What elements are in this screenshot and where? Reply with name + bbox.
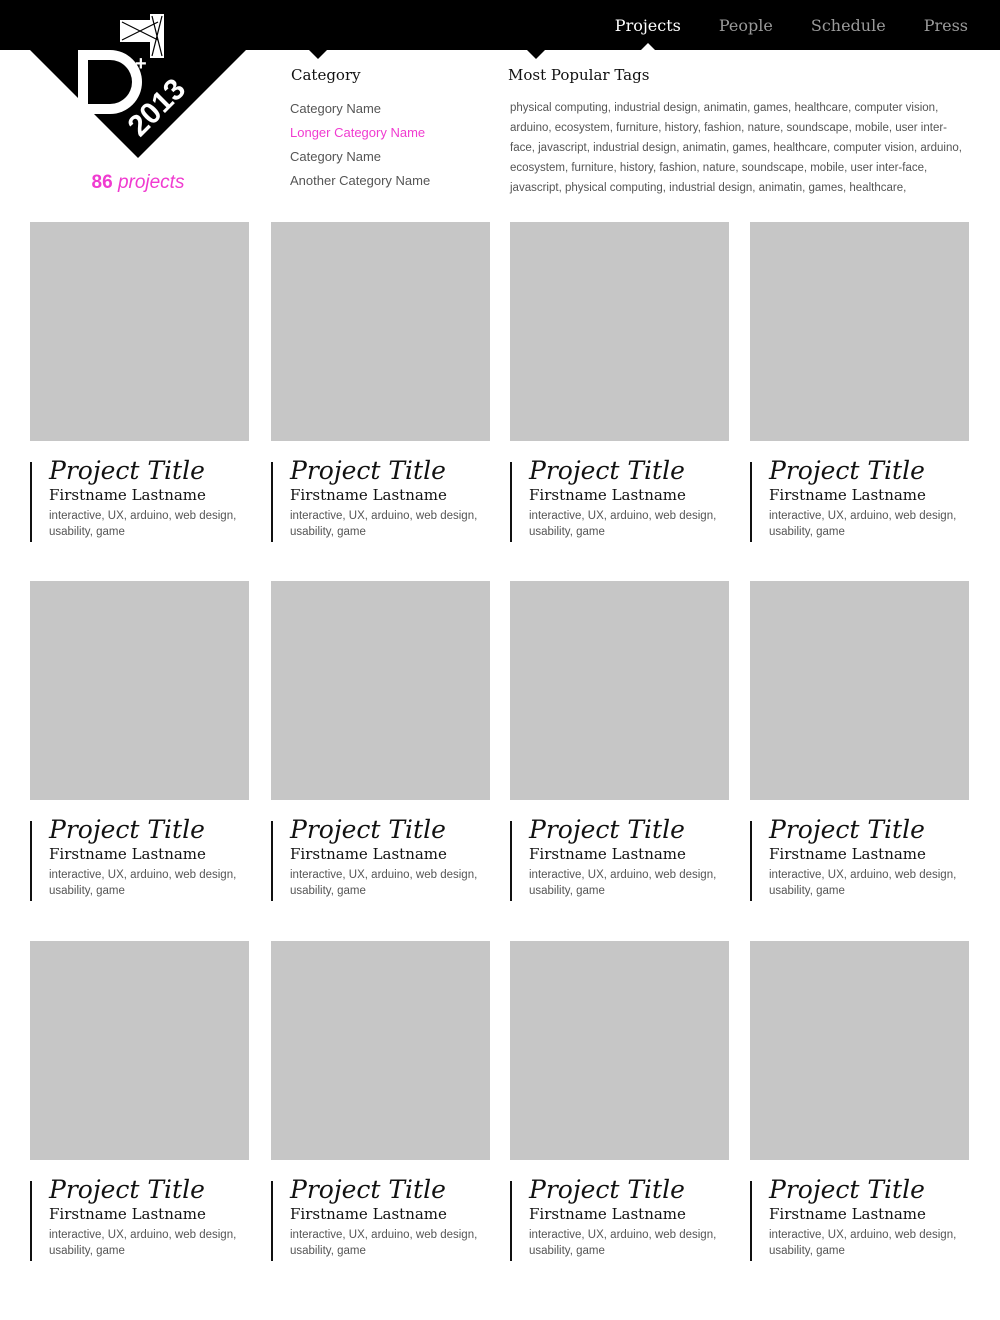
project-tags: interactive, UX, arduino, web design, us… — [49, 510, 237, 538]
project-tags: interactive, UX, arduino, web design, us… — [290, 510, 478, 538]
project-thumbnail[interactable] — [30, 941, 249, 1160]
project-thumbnail[interactable] — [510, 222, 729, 441]
category-item[interactable]: Category Name — [290, 148, 430, 172]
project-title[interactable]: Project Title — [529, 458, 729, 484]
category-heading: Category — [291, 66, 361, 84]
project-title[interactable]: Project Title — [529, 817, 729, 843]
project-title[interactable]: Project Title — [290, 1177, 490, 1203]
project-author[interactable]: Firstname Lastname — [49, 485, 249, 505]
project-author[interactable]: Firstname Lastname — [290, 485, 490, 505]
project-meta: Project Title Firstname Lastname interacti… — [510, 458, 729, 542]
project-tags: interactive, UX, arduino, web design, us… — [769, 510, 957, 538]
project-card[interactable]: Project Title Firstname Lastname interacti… — [30, 941, 249, 1261]
project-thumbnail[interactable] — [750, 941, 969, 1160]
popular-tags-heading: Most Popular Tags — [508, 66, 650, 84]
project-author[interactable]: Firstname Lastname — [49, 1204, 249, 1224]
project-meta: Project Title Firstname Lastname interacti… — [30, 817, 249, 901]
project-tags: interactive, UX, arduino, web design, us… — [769, 1229, 957, 1257]
project-thumbnail[interactable] — [271, 581, 490, 800]
site-logo[interactable]: + MFA 2013 — [30, 0, 246, 160]
project-author[interactable]: Firstname Lastname — [290, 844, 490, 864]
popular-tags-list[interactable]: physical computing, industrial design, a… — [510, 98, 962, 198]
project-tags: interactive, UX, arduino, web design, us… — [529, 510, 717, 538]
project-author[interactable]: Firstname Lastname — [529, 485, 729, 505]
nav-people[interactable]: People — [700, 0, 792, 50]
project-title[interactable]: Project Title — [49, 458, 249, 484]
project-meta: Project Title Firstname Lastname interacti… — [30, 1177, 249, 1261]
project-card[interactable]: Project Title Firstname Lastname interacti… — [750, 581, 969, 901]
project-meta: Project Title Firstname Lastname interacti… — [271, 458, 490, 542]
project-meta: Project Title Firstname Lastname interacti… — [271, 817, 490, 901]
project-author[interactable]: Firstname Lastname — [769, 485, 969, 505]
project-tags: interactive, UX, arduino, web design, us… — [290, 869, 478, 897]
project-count-number: 86 — [91, 172, 113, 193]
project-tags: interactive, UX, arduino, web design, us… — [769, 869, 957, 897]
project-thumbnail[interactable] — [30, 581, 249, 800]
project-author[interactable]: Firstname Lastname — [769, 844, 969, 864]
project-thumbnail[interactable] — [750, 581, 969, 800]
project-tags: interactive, UX, arduino, web design, us… — [49, 869, 237, 897]
project-card[interactable]: Project Title Firstname Lastname interacti… — [510, 222, 729, 542]
project-meta: Project Title Firstname Lastname interacti… — [271, 1177, 490, 1261]
project-author[interactable]: Firstname Lastname — [769, 1204, 969, 1224]
project-card[interactable]: Project Title Firstname Lastname interacti… — [510, 941, 729, 1261]
project-meta: Project Title Firstname Lastname interacti… — [750, 458, 969, 542]
nav-press[interactable]: Press — [905, 0, 968, 50]
category-notch-icon — [309, 50, 327, 59]
project-title[interactable]: Project Title — [290, 817, 490, 843]
nav-projects[interactable]: Projects — [596, 0, 700, 50]
category-item[interactable]: Category Name — [290, 100, 430, 124]
project-meta: Project Title Firstname Lastname interacti… — [30, 458, 249, 542]
project-author[interactable]: Firstname Lastname — [290, 1204, 490, 1224]
project-tags: interactive, UX, arduino, web design, us… — [529, 869, 717, 897]
project-meta: Project Title Firstname Lastname interacti… — [510, 817, 729, 901]
category-item[interactable]: Another Category Name — [290, 172, 430, 196]
project-tags: interactive, UX, arduino, web design, us… — [49, 1229, 237, 1257]
tags-notch-icon — [527, 50, 545, 59]
project-count: 86 projects — [30, 172, 246, 194]
project-title[interactable]: Project Title — [769, 458, 969, 484]
project-meta: Project Title Firstname Lastname interacti… — [510, 1177, 729, 1261]
project-title[interactable]: Project Title — [290, 458, 490, 484]
project-thumbnail[interactable] — [750, 222, 969, 441]
project-thumbnail[interactable] — [271, 941, 490, 1160]
project-card[interactable]: Project Title Firstname Lastname interacti… — [30, 581, 249, 901]
project-tags: interactive, UX, arduino, web design, us… — [529, 1229, 717, 1257]
logo-plus: + — [135, 53, 147, 75]
project-card[interactable]: Project Title Firstname Lastname interacti… — [750, 941, 969, 1261]
project-meta: Project Title Firstname Lastname interacti… — [750, 817, 969, 901]
project-tags: interactive, UX, arduino, web design, us… — [290, 1229, 478, 1257]
category-list: Category Name Longer Category Name Categ… — [290, 100, 430, 196]
project-thumbnail[interactable] — [271, 222, 490, 441]
project-meta: Project Title Firstname Lastname interacti… — [750, 1177, 969, 1261]
project-title[interactable]: Project Title — [49, 817, 249, 843]
project-card[interactable]: Project Title Firstname Lastname interacti… — [30, 222, 249, 542]
project-card[interactable]: Project Title Firstname Lastname interacti… — [271, 941, 490, 1261]
nav-schedule[interactable]: Schedule — [792, 0, 905, 50]
project-count-label: projects — [117, 172, 185, 193]
project-author[interactable]: Firstname Lastname — [529, 844, 729, 864]
project-card[interactable]: Project Title Firstname Lastname interacti… — [271, 222, 490, 542]
project-thumbnail[interactable] — [510, 941, 729, 1160]
project-thumbnail[interactable] — [30, 222, 249, 441]
project-title[interactable]: Project Title — [769, 817, 969, 843]
project-title[interactable]: Project Title — [529, 1177, 729, 1203]
main-nav: Projects People Schedule Press — [596, 0, 968, 50]
project-title[interactable]: Project Title — [49, 1177, 249, 1203]
category-item-active[interactable]: Longer Category Name — [290, 124, 430, 148]
project-author[interactable]: Firstname Lastname — [49, 844, 249, 864]
project-card[interactable]: Project Title Firstname Lastname interacti… — [271, 581, 490, 901]
project-card[interactable]: Project Title Firstname Lastname interacti… — [510, 581, 729, 901]
project-title[interactable]: Project Title — [769, 1177, 969, 1203]
project-card[interactable]: Project Title Firstname Lastname interacti… — [750, 222, 969, 542]
project-thumbnail[interactable] — [510, 581, 729, 800]
project-author[interactable]: Firstname Lastname — [529, 1204, 729, 1224]
